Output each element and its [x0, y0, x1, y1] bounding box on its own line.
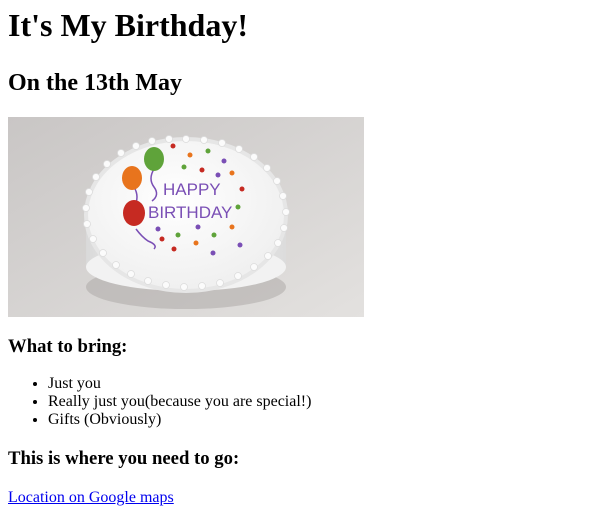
location-paragraph: Location on Google maps [8, 489, 606, 507]
google-maps-link[interactable]: Location on Google maps [8, 489, 174, 506]
cake-text-birthday: BIRTHDAY [148, 203, 232, 222]
cake-text-happy: HAPPY [163, 180, 221, 199]
list-item: Gifts (Obviously) [48, 411, 606, 429]
page-title: It's My Birthday! [8, 7, 248, 43]
birthday-cake-image: HAPPY BIRTHDAY [8, 117, 364, 317]
event-date-heading: On the 13th May [8, 70, 182, 96]
bring-list: Just you Really just you(because you are… [8, 375, 606, 429]
list-item: Just you [48, 375, 606, 393]
list-item: Really just you(because you are special!… [48, 393, 606, 411]
location-heading: This is where you need to go: [8, 448, 240, 469]
what-to-bring-heading: What to bring: [8, 336, 128, 357]
